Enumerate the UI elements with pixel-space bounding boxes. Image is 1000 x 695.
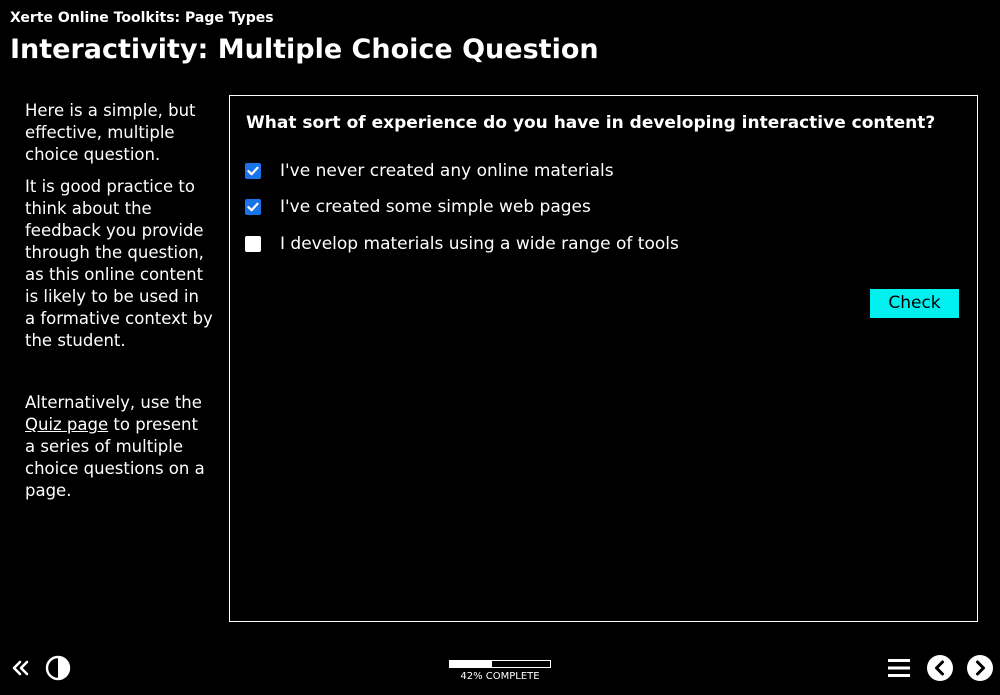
check-button[interactable]: Check [870, 289, 959, 318]
answer-option[interactable]: I develop materials using a wide range o… [245, 233, 679, 255]
answer-option[interactable]: I've created some simple web pages [245, 196, 591, 218]
quiz-page-link[interactable]: Quiz page [25, 415, 108, 434]
checkbox[interactable] [245, 199, 261, 215]
question-text: What sort of experience do you have in d… [246, 113, 936, 133]
checkbox[interactable] [245, 236, 261, 252]
contrast-icon[interactable] [45, 655, 71, 685]
app-subtitle: Xerte Online Toolkits: Page Types [10, 10, 274, 26]
progress-indicator: 42% COMPLETE [449, 660, 551, 684]
question-panel: What sort of experience do you have in d… [229, 95, 978, 622]
option-label: I've never created any online materials [280, 161, 614, 181]
instructions-panel: Here is a simple, but effective, multipl… [25, 100, 213, 512]
checkmark-icon [247, 202, 259, 212]
progress-fill [450, 661, 492, 667]
alternative-paragraph: Alternatively, use the Quiz page to pres… [25, 392, 213, 502]
footer-bar: 42% COMPLETE [0, 645, 1000, 695]
instructions-paragraph: Here is a simple, but effective, multipl… [25, 101, 196, 164]
instructions-paragraph: It is good practice to think about the f… [25, 177, 213, 350]
progress-label: 42% COMPLETE [460, 671, 540, 682]
checkbox[interactable] [245, 163, 261, 179]
chevron-left-circle-icon[interactable] [926, 654, 954, 686]
answer-option[interactable]: I've never created any online materials [245, 160, 614, 182]
page-title: Interactivity: Multiple Choice Question [10, 34, 599, 65]
alternative-text: Alternatively, use the [25, 393, 202, 412]
checkmark-icon [247, 166, 259, 176]
hamburger-menu-icon[interactable] [887, 656, 911, 684]
double-chevron-left-icon[interactable] [10, 657, 32, 683]
progress-bar [449, 660, 551, 668]
option-label: I've created some simple web pages [280, 197, 591, 217]
option-label: I develop materials using a wide range o… [280, 234, 679, 254]
chevron-right-circle-icon[interactable] [966, 654, 994, 686]
page-root: Xerte Online Toolkits: Page Types Intera… [0, 0, 1000, 695]
